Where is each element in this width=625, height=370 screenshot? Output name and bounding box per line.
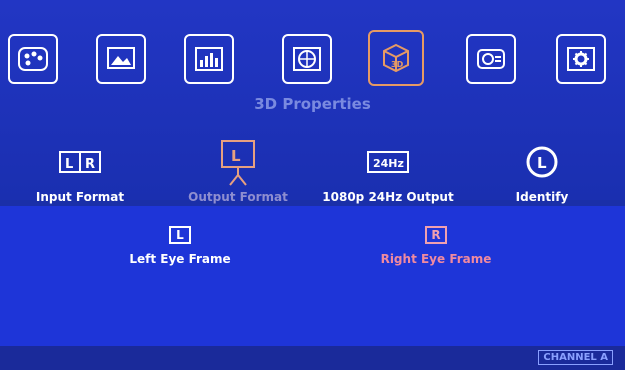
svg-text:3D: 3D: [391, 60, 404, 69]
globe-icon: [293, 47, 321, 71]
tab-picture[interactable]: [96, 34, 146, 84]
tab-levels[interactable]: [184, 34, 234, 84]
lr-icon: L R: [10, 136, 150, 188]
tab-settings[interactable]: [556, 34, 606, 84]
left-eye-icon: L: [169, 226, 191, 244]
3d-cube-icon: 3D: [383, 43, 409, 73]
svg-text:R: R: [85, 157, 95, 172]
levels-icon: [195, 47, 223, 71]
osd-screen: 3D 3D Properties L R Input Format L Outp…: [0, 0, 625, 370]
submenu-panel: [0, 206, 625, 346]
svg-text:L: L: [65, 157, 73, 172]
option-output-format[interactable]: L Output Format: [168, 136, 308, 204]
svg-text:24Hz: 24Hz: [373, 157, 404, 170]
output-format-icon: L: [168, 136, 308, 188]
option-identify[interactable]: L Identify: [472, 136, 612, 204]
tab-palette[interactable]: [8, 34, 58, 84]
channel-badge: CHANNEL A: [538, 350, 613, 365]
gear-icon: [567, 47, 595, 71]
projector-icon: [477, 49, 505, 69]
identify-icon: L: [472, 136, 612, 188]
page-title: 3D Properties: [254, 95, 371, 113]
status-bar: [0, 346, 625, 370]
eye-frame-label: Right Eye Frame: [380, 252, 492, 266]
tab-3d[interactable]: 3D: [368, 30, 424, 86]
option-label: Identify: [515, 190, 569, 204]
svg-text:L: L: [231, 147, 241, 165]
palette-icon: [18, 47, 48, 71]
eye-frame-label: Left Eye Frame: [129, 252, 231, 266]
tab-globe[interactable]: [282, 34, 332, 84]
tab-projector[interactable]: [466, 34, 516, 84]
menu-tabs: 3D: [8, 30, 618, 94]
option-label: Output Format: [188, 190, 288, 204]
picture-icon: [107, 47, 135, 69]
option-label: Input Format: [35, 190, 125, 204]
left-eye-frame-option[interactable]: L Left Eye Frame: [100, 226, 260, 266]
right-eye-frame-option[interactable]: R Right Eye Frame: [356, 226, 516, 266]
svg-text:L: L: [537, 154, 547, 172]
option-1080p-24hz[interactable]: 24Hz 1080p 24Hz Output: [318, 136, 458, 204]
24hz-icon: 24Hz: [318, 136, 458, 188]
right-eye-icon: R: [425, 226, 447, 244]
option-label: 1080p 24Hz Output: [322, 190, 454, 204]
option-input-format[interactable]: L R Input Format: [10, 136, 150, 204]
